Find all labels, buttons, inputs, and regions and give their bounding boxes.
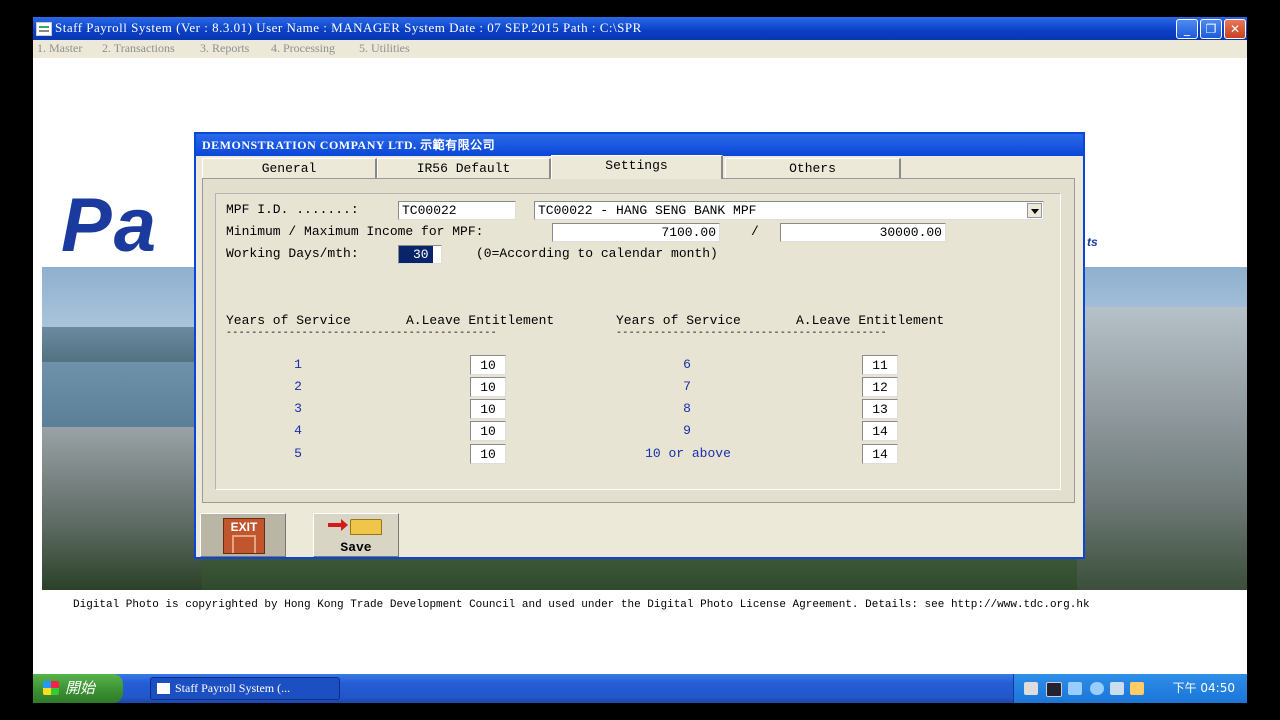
- leave-input-1[interactable]: 10: [470, 355, 506, 375]
- mpf-id-input[interactable]: TC00022: [398, 201, 516, 220]
- income-separator: /: [751, 224, 759, 239]
- tab-ir56-default[interactable]: IR56 Default: [377, 158, 551, 178]
- photo-city-right: [1077, 307, 1247, 590]
- network-icon[interactable]: [1110, 682, 1124, 695]
- settings-panel: MPF I.D. .......: TC00022 TC00022 - HANG…: [202, 178, 1075, 503]
- header-leave-left: A.Leave Entitlement: [406, 313, 555, 328]
- app-window-icon: [157, 683, 170, 694]
- divider-left: ----------------------------------------…: [226, 328, 497, 339]
- working-days-note: (0=According to calendar month): [476, 246, 718, 261]
- min-income-input[interactable]: 7100.00: [552, 223, 720, 242]
- app-icon[interactable]: [36, 22, 52, 36]
- folder-icon: [350, 519, 382, 535]
- tab-settings[interactable]: Settings: [551, 155, 723, 179]
- mpf-scheme-dropdown[interactable]: TC00022 - HANG SENG BANK MPF: [534, 201, 1044, 220]
- leave-input-9[interactable]: 14: [862, 421, 898, 441]
- back-arrow-icon[interactable]: [1090, 682, 1104, 695]
- maximize-button[interactable]: ❐: [1200, 19, 1222, 39]
- working-days-input[interactable]: 30: [398, 245, 442, 264]
- years-row-4: 4: [294, 423, 302, 438]
- years-row-6: 6: [683, 357, 691, 372]
- door-shape: [232, 535, 256, 553]
- menu-transactions[interactable]: 2. Transactions: [102, 41, 175, 56]
- working-days-value: 30: [399, 246, 433, 263]
- exit-button[interactable]: EXIT: [200, 513, 286, 557]
- years-row-7: 7: [683, 379, 691, 394]
- taskbar-item-label: Staff Payroll System (...: [175, 681, 291, 695]
- working-days-label: Working Days/mth:: [226, 246, 359, 261]
- dialog-title: DEMONSTRATION COMPANY LTD. 示範有限公司: [196, 134, 1083, 156]
- save-label: Save: [340, 540, 372, 555]
- taskbar-item-payroll[interactable]: Staff Payroll System (...: [150, 677, 340, 700]
- years-row-9: 9: [683, 423, 691, 438]
- start-label: 開始: [65, 679, 96, 697]
- minimize-button[interactable]: _: [1176, 19, 1198, 39]
- usb-icon[interactable]: [1068, 682, 1082, 695]
- menu-master[interactable]: 1. Master: [37, 41, 82, 56]
- years-row-8: 8: [683, 401, 691, 416]
- taskbar: 開始 Staff Payroll System (... 下午 04:50: [33, 674, 1247, 703]
- start-button[interactable]: 開始: [33, 674, 123, 703]
- years-row-2: 2: [294, 379, 302, 394]
- system-tray: 下午 04:50: [1013, 674, 1247, 703]
- company-settings-dialog: DEMONSTRATION COMPANY LTD. 示範有限公司 Genera…: [194, 132, 1085, 559]
- background-logo: Pa: [61, 183, 158, 268]
- exit-door-icon: EXIT: [223, 518, 265, 554]
- leave-input-2[interactable]: 10: [470, 377, 506, 397]
- speaker-icon[interactable]: [1130, 682, 1144, 695]
- menu-reports[interactable]: 3. Reports: [200, 41, 249, 56]
- photo-city-left: [42, 427, 202, 590]
- window-title-bar[interactable]: Staff Payroll System (Ver : 8.3.01) User…: [33, 17, 1247, 40]
- leave-input-7[interactable]: 12: [862, 377, 898, 397]
- arrow-right-icon: [328, 519, 348, 531]
- tab-others[interactable]: Others: [725, 158, 901, 178]
- help-icon[interactable]: [1046, 682, 1062, 697]
- chevron-down-icon[interactable]: [1027, 203, 1042, 218]
- leave-input-10[interactable]: 14: [862, 444, 898, 464]
- mpf-id-label: MPF I.D. .......:: [226, 202, 359, 217]
- tab-general[interactable]: General: [202, 158, 377, 178]
- menu-bar: 1. Master 2. Transactions 3. Reports 4. …: [33, 40, 1247, 58]
- background-logo-tail: ts: [1087, 235, 1098, 249]
- exit-label: EXIT: [230, 520, 258, 534]
- years-row-5: 5: [294, 446, 302, 461]
- header-years-left: Years of Service: [226, 313, 351, 328]
- leave-input-3[interactable]: 10: [470, 399, 506, 419]
- leave-input-8[interactable]: 13: [862, 399, 898, 419]
- desktop-screen: Staff Payroll System (Ver : 8.3.01) User…: [33, 17, 1247, 703]
- max-income-input[interactable]: 30000.00: [780, 223, 946, 242]
- copyright-notice: Digital Photo is copyrighted by Hong Kon…: [73, 599, 1090, 611]
- years-row-1: 1: [294, 357, 302, 372]
- photo-hills: [42, 327, 202, 367]
- window-title: Staff Payroll System (Ver : 8.3.01) User…: [55, 20, 642, 35]
- years-row-3: 3: [294, 401, 302, 416]
- mpf-scheme-value: TC00022 - HANG SENG BANK MPF: [538, 203, 757, 218]
- leave-input-4[interactable]: 10: [470, 421, 506, 441]
- close-button[interactable]: ✕: [1224, 19, 1246, 39]
- mpf-income-label: Minimum / Maximum Income for MPF:: [226, 224, 484, 239]
- menu-utilities[interactable]: 5. Utilities: [359, 41, 410, 56]
- years-row-10-above: 10 or above: [645, 446, 731, 461]
- clock: 下午 04:50: [1172, 681, 1235, 695]
- save-button[interactable]: Save: [313, 513, 399, 557]
- header-years-right: Years of Service: [616, 313, 741, 328]
- leave-input-5[interactable]: 10: [470, 444, 506, 464]
- leave-input-6[interactable]: 11: [862, 355, 898, 375]
- menu-processing[interactable]: 4. Processing: [271, 41, 335, 56]
- divider-right: ----------------------------------------…: [616, 328, 887, 339]
- windows-flag-icon: [43, 681, 59, 695]
- header-leave-right: A.Leave Entitlement: [796, 313, 945, 328]
- settings-inner-frame: MPF I.D. .......: TC00022 TC00022 - HANG…: [215, 193, 1061, 490]
- keyboard-icon[interactable]: [1024, 682, 1038, 695]
